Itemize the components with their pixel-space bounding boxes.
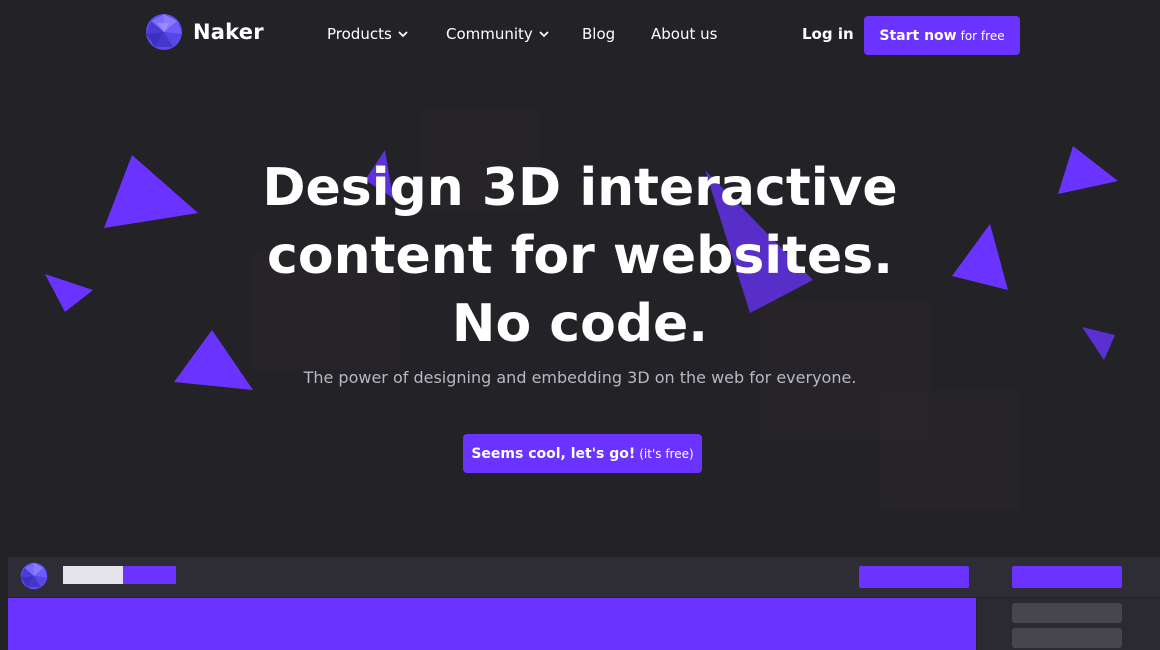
start-now-button[interactable]: Start now for free [864, 16, 1020, 55]
nav-item-label: Community [446, 25, 533, 43]
editor-button-placeholder [859, 566, 969, 588]
top-navigation: Naker Products Community Blog About us L… [0, 0, 1160, 72]
cta-button[interactable]: Seems cool, let's go! (it's free) [463, 434, 702, 473]
nav-item-label: Blog [582, 25, 616, 43]
start-now-sublabel: for free [960, 28, 1005, 43]
hero-title-line-3: No code. [451, 294, 709, 354]
nav-item-products[interactable]: Products [327, 25, 408, 43]
nav-item-community[interactable]: Community [446, 25, 549, 43]
hero-title-line-1: Design 3D interactive [262, 158, 898, 218]
login-link[interactable]: Log in [802, 25, 854, 43]
nav-item-about[interactable]: About us [651, 25, 717, 43]
nav-item-label: About us [651, 25, 718, 43]
faceted-sphere-icon [20, 562, 48, 590]
editor-button-placeholder [1012, 566, 1122, 588]
editor-field-placeholder [1012, 628, 1122, 648]
editor-canvas [8, 598, 976, 650]
editor-tab-placeholder [123, 566, 176, 584]
nav-item-blog[interactable]: Blog [582, 25, 615, 43]
chevron-down-icon [398, 31, 408, 38]
cta-sublabel: (it's free) [639, 446, 694, 461]
editor-preview [8, 557, 1160, 650]
cta-label: Seems cool, let's go! [471, 445, 636, 462]
editor-toolbar [8, 557, 1160, 597]
background-shape [880, 390, 1020, 510]
chevron-down-icon [539, 31, 549, 38]
editor-tab-placeholder [63, 566, 123, 584]
hero-subtitle: The power of designing and embedding 3D … [303, 368, 857, 387]
nav-item-label: Products [327, 25, 392, 43]
start-now-label: Start now [879, 27, 957, 44]
hero-title-line-2: content for websites. [267, 226, 893, 286]
faceted-sphere-icon [146, 14, 182, 50]
brand-logo[interactable]: Naker [145, 13, 264, 51]
brand-name: Naker [193, 20, 264, 44]
editor-side-panel [977, 598, 1160, 650]
editor-field-placeholder [1012, 603, 1122, 623]
editor-tab-switch [63, 566, 176, 584]
